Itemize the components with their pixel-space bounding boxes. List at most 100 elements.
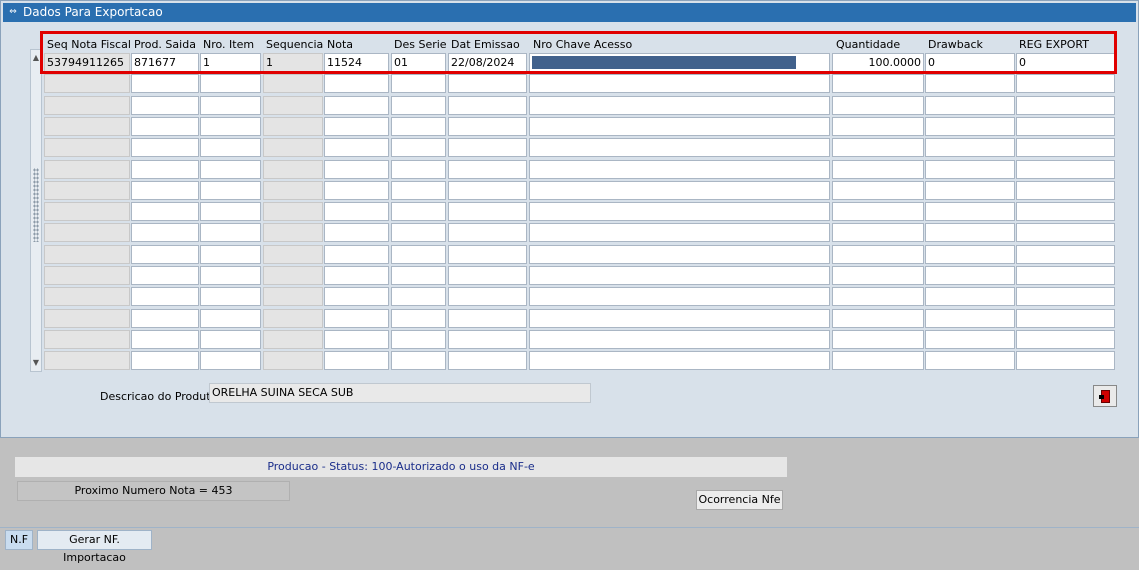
empty-cell[interactable] [832, 180, 924, 200]
empty-cell[interactable] [925, 287, 1015, 307]
empty-cell[interactable] [324, 180, 389, 200]
empty-cell[interactable] [44, 287, 130, 307]
empty-cell[interactable] [44, 180, 130, 200]
empty-cell[interactable] [131, 138, 199, 158]
empty-cell[interactable] [263, 95, 323, 115]
empty-cell[interactable] [324, 266, 389, 285]
empty-cell[interactable] [200, 180, 261, 200]
empty-cell[interactable] [832, 287, 924, 307]
empty-cell[interactable] [200, 287, 261, 307]
empty-cell[interactable] [448, 266, 527, 285]
empty-cell[interactable] [925, 266, 1015, 285]
empty-cell[interactable] [1016, 329, 1115, 349]
empty-cell[interactable] [200, 138, 261, 158]
empty-cell[interactable] [832, 223, 924, 243]
empty-cell[interactable] [832, 329, 924, 349]
empty-cell[interactable] [925, 202, 1015, 222]
empty-cell[interactable] [925, 95, 1015, 115]
empty-cell[interactable] [324, 159, 389, 179]
empty-cell[interactable] [925, 244, 1015, 264]
empty-cell[interactable] [391, 266, 446, 285]
empty-cell[interactable] [529, 180, 830, 200]
empty-cell[interactable] [391, 223, 446, 243]
empty-cell[interactable] [44, 223, 130, 243]
empty-cell[interactable] [1016, 138, 1115, 158]
empty-cell[interactable] [44, 74, 130, 94]
empty-cell[interactable] [925, 180, 1015, 200]
empty-cell[interactable] [391, 180, 446, 200]
empty-cell[interactable] [263, 74, 323, 94]
empty-cell[interactable] [832, 351, 924, 371]
empty-cell[interactable] [1016, 308, 1115, 328]
empty-cell[interactable] [925, 159, 1015, 179]
empty-cell[interactable] [200, 202, 261, 222]
empty-cell[interactable] [44, 329, 130, 349]
empty-cell[interactable] [263, 138, 323, 158]
tab-gerar-nf-importacao[interactable]: Gerar NF. Importacao [37, 530, 152, 564]
empty-cell[interactable] [529, 308, 830, 328]
empty-cell[interactable] [324, 202, 389, 222]
empty-cell[interactable] [391, 202, 446, 222]
empty-cell[interactable] [1016, 159, 1115, 179]
empty-cell[interactable] [44, 159, 130, 179]
empty-cell[interactable] [324, 244, 389, 264]
empty-cell[interactable] [44, 116, 130, 136]
empty-cell[interactable] [832, 266, 924, 285]
empty-cell[interactable] [131, 351, 199, 371]
empty-cell[interactable] [529, 74, 830, 94]
empty-cell[interactable] [448, 329, 527, 349]
empty-cell[interactable] [1016, 287, 1115, 307]
empty-cell[interactable] [324, 138, 389, 158]
empty-cell[interactable] [200, 74, 261, 94]
empty-cell[interactable] [263, 223, 323, 243]
empty-cell[interactable] [925, 329, 1015, 349]
empty-cell[interactable] [263, 266, 323, 285]
empty-cell[interactable] [200, 244, 261, 264]
empty-cell[interactable] [1016, 244, 1115, 264]
empty-cell[interactable] [131, 244, 199, 264]
empty-cell[interactable] [448, 95, 527, 115]
empty-cell[interactable] [448, 180, 527, 200]
empty-cell[interactable] [529, 287, 830, 307]
empty-cell[interactable] [448, 202, 527, 222]
empty-cell[interactable] [529, 138, 830, 158]
empty-cell[interactable] [529, 329, 830, 349]
empty-cell[interactable] [324, 329, 389, 349]
empty-cell[interactable] [925, 116, 1015, 136]
empty-cell[interactable] [200, 308, 261, 328]
empty-cell[interactable] [925, 223, 1015, 243]
empty-cell[interactable] [1016, 74, 1115, 94]
empty-cell[interactable] [448, 116, 527, 136]
exit-button[interactable] [1093, 385, 1117, 407]
empty-cell[interactable] [1016, 351, 1115, 371]
empty-cell[interactable] [529, 116, 830, 136]
empty-cell[interactable] [263, 159, 323, 179]
empty-cell[interactable] [263, 351, 323, 371]
empty-cell[interactable] [131, 266, 199, 285]
empty-cell[interactable] [529, 351, 830, 371]
scroll-down-icon[interactable]: ▼ [31, 357, 41, 369]
empty-cell[interactable] [44, 351, 130, 371]
empty-cell[interactable] [391, 116, 446, 136]
empty-cell[interactable] [200, 116, 261, 136]
empty-cell[interactable] [529, 244, 830, 264]
empty-cell[interactable] [391, 159, 446, 179]
empty-cell[interactable] [925, 308, 1015, 328]
resize-grip[interactable] [33, 168, 39, 242]
empty-cell[interactable] [448, 287, 527, 307]
empty-cell[interactable] [448, 351, 527, 371]
empty-cell[interactable] [131, 308, 199, 328]
ocorrencia-nfe-button[interactable]: Ocorrencia Nfe [696, 490, 783, 510]
empty-cell[interactable] [44, 95, 130, 115]
empty-cell[interactable] [832, 202, 924, 222]
empty-cell[interactable] [131, 180, 199, 200]
empty-cell[interactable] [324, 308, 389, 328]
empty-cell[interactable] [1016, 95, 1115, 115]
empty-cell[interactable] [200, 266, 261, 285]
empty-cell[interactable] [448, 308, 527, 328]
empty-cell[interactable] [529, 202, 830, 222]
empty-cell[interactable] [131, 116, 199, 136]
empty-cell[interactable] [448, 74, 527, 94]
empty-cell[interactable] [131, 329, 199, 349]
empty-cell[interactable] [131, 159, 199, 179]
